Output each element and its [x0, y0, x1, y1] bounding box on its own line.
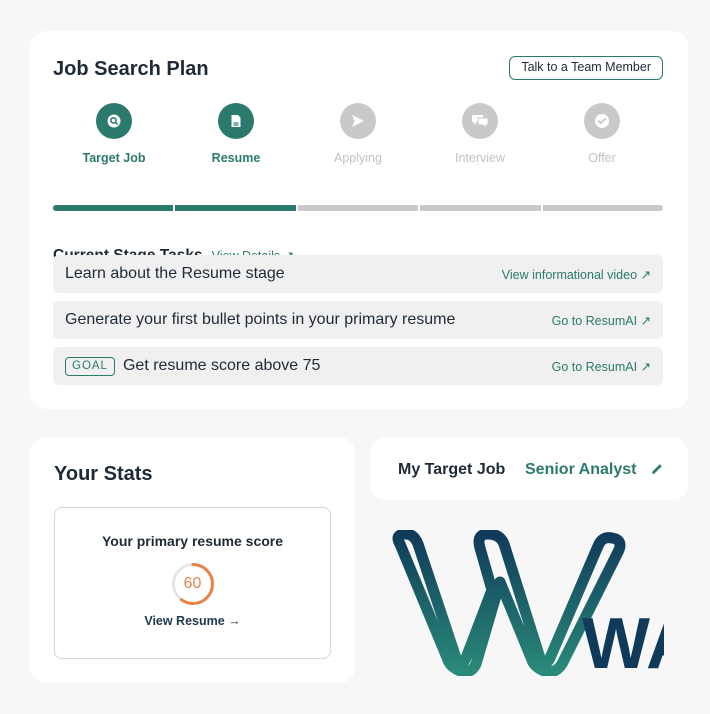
- view-informational-video-link[interactable]: View informational video ↗: [502, 267, 651, 282]
- step-target-job[interactable]: Target Job: [53, 103, 175, 165]
- logo-text: WAI: [582, 604, 664, 676]
- your-stats-card: Your Stats Your primary resume score 60 …: [30, 437, 355, 683]
- step-label: Applying: [334, 151, 382, 165]
- step-label: Offer: [588, 151, 616, 165]
- check-badge-icon: [584, 103, 620, 139]
- step-resume[interactable]: Resume: [175, 103, 297, 165]
- goal-badge: GOAL: [65, 356, 115, 376]
- score-value: 60: [183, 575, 202, 592]
- chat-icon: [462, 103, 498, 139]
- go-to-resumai-link[interactable]: Go to ResumAI ↗: [552, 359, 651, 374]
- job-search-plan-card: Job Search Plan Talk to a Team Member Ta…: [30, 31, 688, 409]
- task-text: Generate your first bullet points in you…: [65, 311, 456, 328]
- send-icon: [340, 103, 376, 139]
- progress-segment: [420, 205, 541, 211]
- talk-to-team-member-button[interactable]: Talk to a Team Member: [509, 56, 663, 80]
- go-to-resumai-link[interactable]: Go to ResumAI ↗: [552, 313, 651, 328]
- step-applying[interactable]: Applying: [297, 103, 419, 165]
- progress-segment: [175, 205, 296, 211]
- search-icon: [96, 103, 132, 139]
- task-row: Generate your first bullet points in you…: [53, 301, 663, 339]
- task-row: GOAL Get resume score above 75 Go to Res…: [53, 347, 663, 385]
- task-row: Learn about the Resume stage View inform…: [53, 255, 663, 293]
- task-text: Learn about the Resume stage: [65, 265, 285, 282]
- progress-segment: [542, 205, 664, 211]
- progress-segment: [297, 205, 419, 211]
- stats-title: Your Stats: [54, 463, 153, 485]
- pencil-icon[interactable]: [649, 461, 665, 477]
- step-offer[interactable]: Offer: [541, 103, 663, 165]
- step-label: Resume: [211, 151, 261, 165]
- task-text: Get resume score above 75: [122, 357, 321, 374]
- target-job-label: My Target Job: [398, 461, 506, 478]
- my-target-job-card: My Target Job Senior Analyst: [370, 437, 688, 500]
- step-interview[interactable]: Interview: [419, 103, 541, 165]
- step-label: Target Job: [82, 151, 146, 165]
- score-ring: 60: [171, 562, 215, 606]
- progress-segment: [53, 205, 174, 211]
- stage-progress-bar: [53, 205, 664, 211]
- plan-title: Job Search Plan: [53, 58, 209, 80]
- document-icon: [218, 103, 254, 139]
- view-resume-link[interactable]: View Resume →: [144, 614, 240, 628]
- step-label: Interview: [454, 151, 506, 165]
- stage-stepper: Target Job Resume Applying Interview Off…: [53, 103, 663, 165]
- score-label: Your primary resume score: [101, 533, 284, 549]
- resume-score-panel: Your primary resume score 60 View Resume…: [54, 507, 331, 659]
- target-job-value: Senior Analyst: [525, 461, 637, 478]
- wai-logo: WAI: [392, 528, 710, 684]
